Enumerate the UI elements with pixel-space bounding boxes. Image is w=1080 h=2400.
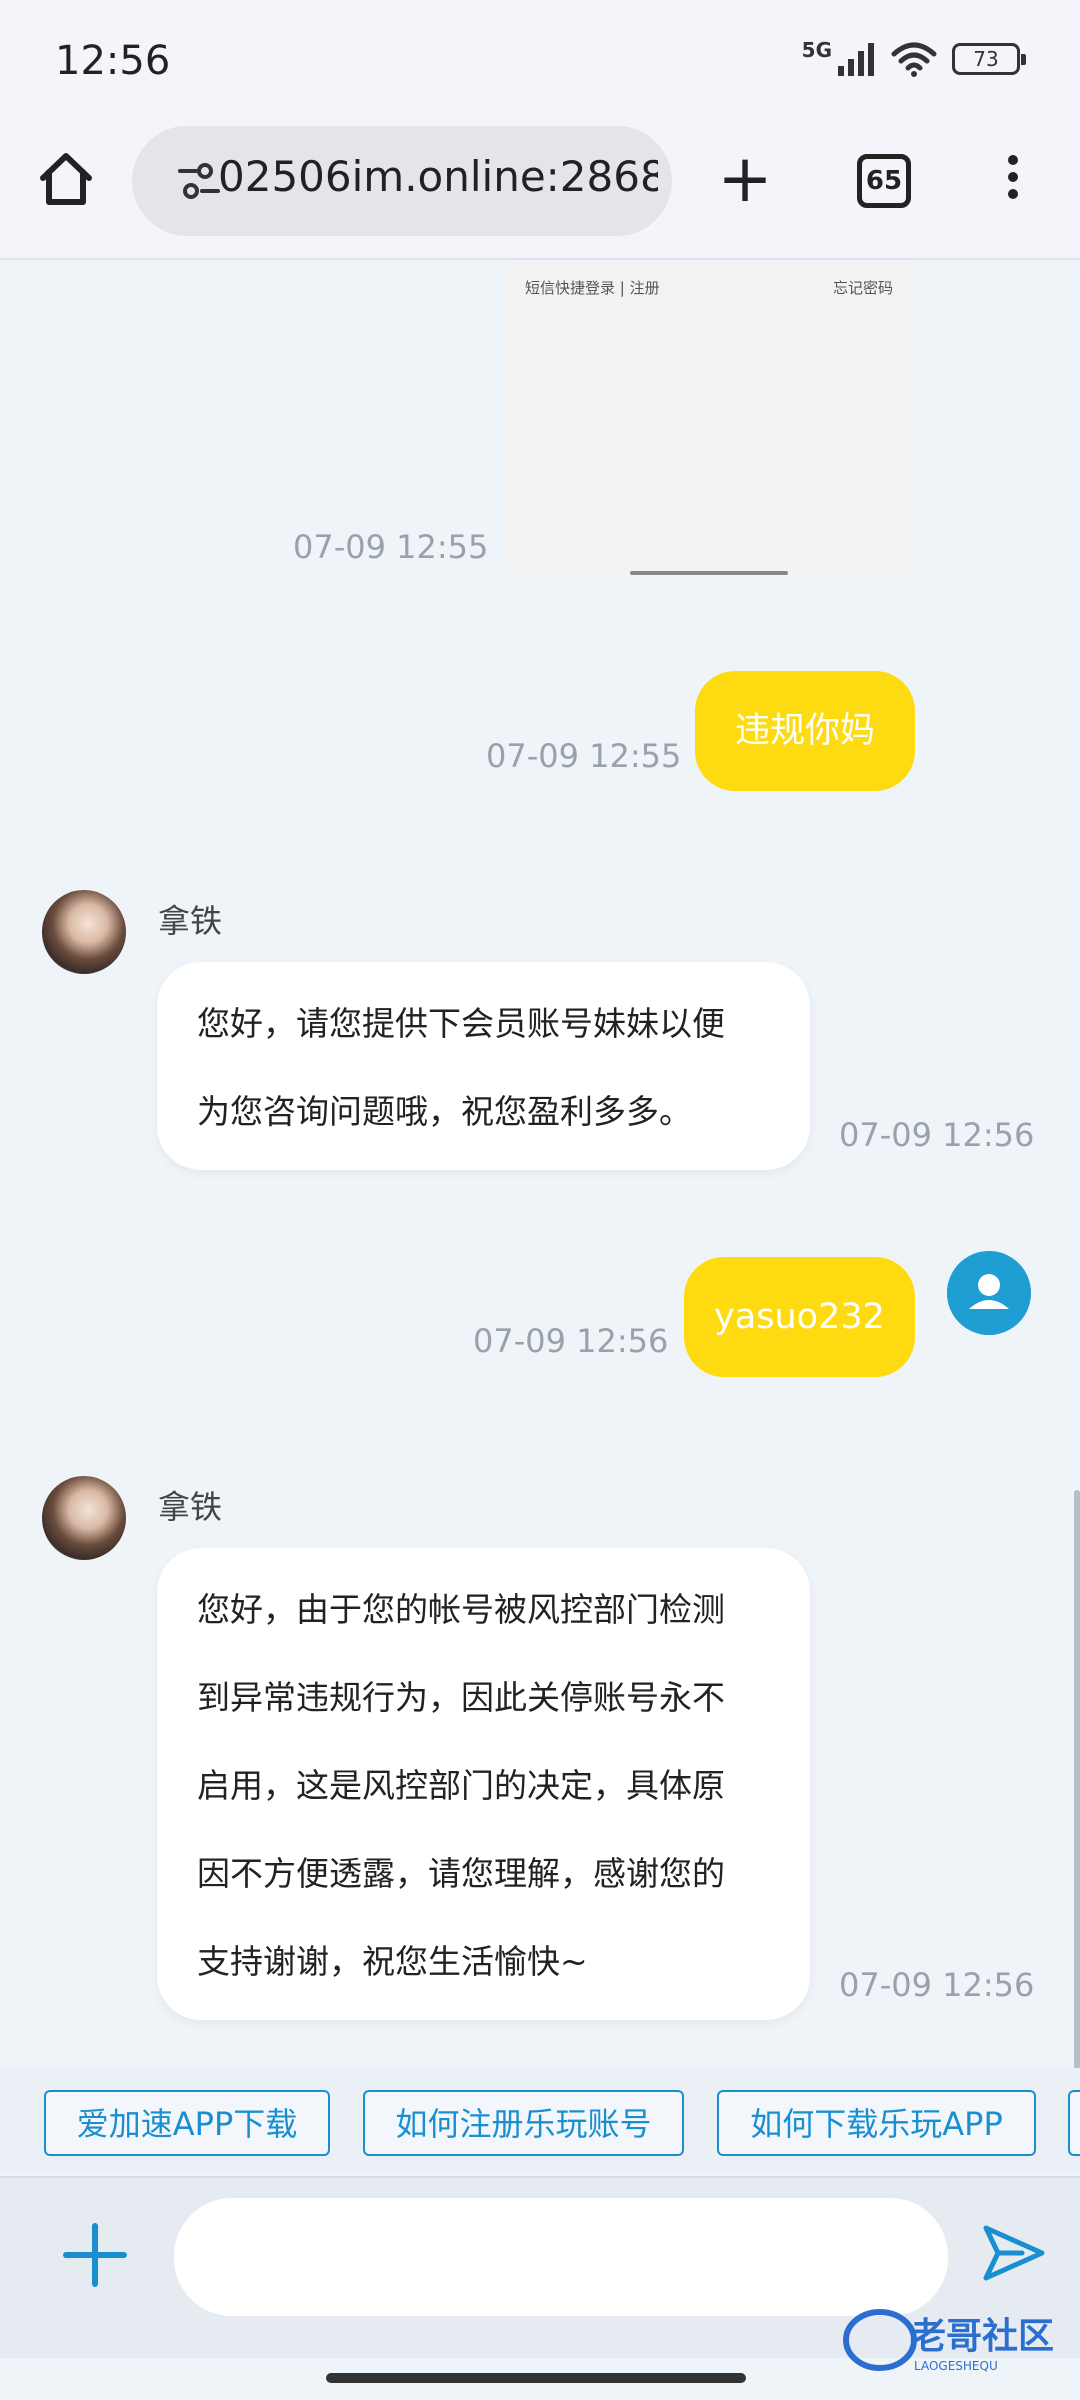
message-line: 到异常违规行为，因此关停账号永不: [197, 1678, 725, 1717]
gesture-navigation-bar[interactable]: [326, 2373, 746, 2383]
status-time: 12:56: [55, 38, 171, 84]
image-text-links: 短信快捷登录 | 注册: [525, 279, 660, 297]
image-text-forgot: 忘记密码: [833, 279, 894, 297]
user-avatar-icon: [947, 1251, 1031, 1335]
quick-reply-chip-partial[interactable]: [1068, 2090, 1080, 2156]
message-time: 07-09 12:55: [486, 737, 682, 775]
site-settings-icon[interactable]: [178, 162, 220, 200]
new-tab-button[interactable]: +: [714, 146, 776, 212]
outgoing-message-bubble[interactable]: yasuo232: [684, 1257, 915, 1377]
agent-name: 拿铁: [158, 1488, 223, 1526]
message-time: 07-09 12:56: [839, 1966, 1035, 2004]
home-button[interactable]: [35, 148, 97, 210]
menu-dot: [1008, 155, 1018, 165]
network-type: 5G: [801, 38, 832, 62]
agent-avatar: [42, 890, 126, 974]
message-line: 您好，由于您的帐号被风控部门检测: [197, 1590, 725, 1629]
quick-reply-chip[interactable]: 爱加速APP下载: [44, 2090, 330, 2156]
scrollbar[interactable]: [1074, 1490, 1080, 2070]
battery-indicator: 73: [952, 43, 1026, 75]
quick-reply-chip[interactable]: 如何注册乐玩账号: [363, 2090, 684, 2156]
outgoing-message-bubble[interactable]: 违规你妈: [695, 671, 915, 791]
image-homebar: [630, 571, 788, 575]
send-button[interactable]: [978, 2218, 1048, 2288]
agent-avatar: [42, 1476, 126, 1560]
tab-switcher-button[interactable]: 65: [857, 154, 911, 208]
incoming-message-bubble[interactable]: 您好，请您提供下会员账号妹妹以便 为您咨询问题哦，祝您盈利多多。: [157, 962, 810, 1170]
image-message[interactable]: [505, 262, 915, 572]
menu-dot: [1008, 172, 1018, 182]
agent-name: 拿铁: [158, 902, 223, 940]
message-time: 07-09 12:56: [839, 1116, 1035, 1154]
watermark-logo: 老哥社区 LAOGESHEQU: [843, 2309, 1054, 2373]
wifi-icon: [891, 42, 937, 77]
menu-dot: [1008, 189, 1018, 199]
browser-menu-button[interactable]: [998, 148, 1028, 214]
message-line: 因不方便透露，请您理解，感谢您的: [197, 1854, 725, 1893]
incoming-message-bubble[interactable]: 您好，由于您的帐号被风控部门检测 到异常违规行为，因此关停账号永不 启用，这是风…: [157, 1548, 810, 2020]
status-icons: 5G 73: [801, 38, 1026, 78]
message-line: 启用，这是风控部门的决定，具体原: [197, 1766, 725, 1805]
add-attachment-button[interactable]: [62, 2222, 128, 2288]
url-text[interactable]: 02506im.online:28686: [218, 152, 658, 201]
message-input[interactable]: [174, 2198, 948, 2316]
svg-text:LAOGESHEQU: LAOGESHEQU: [914, 2359, 998, 2373]
quick-reply-chip[interactable]: 如何下载乐玩APP: [717, 2090, 1036, 2156]
message-line: 为您咨询问题哦，祝您盈利多多。: [197, 1092, 692, 1131]
svg-text:老哥社区: 老哥社区: [910, 2316, 1054, 2357]
signal-icon: [838, 43, 874, 76]
message-line: 您好，请您提供下会员账号妹妹以便: [197, 1004, 725, 1043]
message-line: 支持谢谢，祝您生活愉快~: [197, 1942, 588, 1981]
battery-level: 73: [973, 47, 999, 71]
message-time: 07-09 12:55: [293, 528, 489, 566]
message-time: 07-09 12:56: [473, 1322, 669, 1360]
